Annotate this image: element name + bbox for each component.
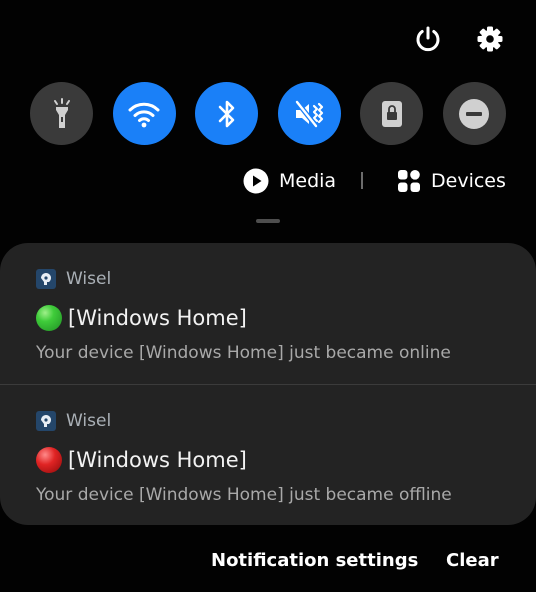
media-button[interactable]: Media bbox=[243, 167, 336, 195]
notification-title-text: [Windows Home] bbox=[68, 306, 247, 330]
flashlight-icon bbox=[53, 97, 70, 128]
do-not-disturb-toggle[interactable] bbox=[442, 82, 506, 145]
sound-mode-toggle[interactable] bbox=[277, 82, 341, 145]
wisel-app-icon bbox=[36, 411, 56, 431]
devices-button[interactable]: Devices bbox=[397, 167, 506, 195]
app-name: Wisel bbox=[66, 269, 112, 289]
wisel-app-icon bbox=[36, 269, 56, 289]
bluetooth-icon bbox=[218, 100, 234, 127]
notification-item[interactable]: Wisel [Windows Home] Your device [Window… bbox=[0, 384, 536, 525]
media-label: Media bbox=[279, 170, 337, 192]
devices-label: Devices bbox=[431, 170, 506, 192]
panel-handle[interactable] bbox=[256, 219, 280, 223]
power-icon[interactable] bbox=[412, 23, 444, 55]
app-name: Wisel bbox=[66, 411, 112, 431]
play-icon bbox=[243, 168, 269, 194]
wifi-icon bbox=[128, 102, 160, 127]
notification-card: Wisel [Windows Home] Your device [Window… bbox=[0, 243, 536, 525]
gear-icon[interactable] bbox=[474, 23, 506, 55]
bluetooth-toggle[interactable] bbox=[195, 82, 259, 145]
notification-body: Your device [Windows Home] just became o… bbox=[36, 485, 452, 505]
devices-grid-icon bbox=[398, 170, 420, 192]
clear-button[interactable]: Clear bbox=[446, 550, 499, 571]
flashlight-toggle[interactable] bbox=[30, 82, 93, 145]
media-devices-row: Media Devices bbox=[0, 164, 536, 198]
notification-footer: Notification settings Clear bbox=[0, 550, 536, 580]
notification-title: [Windows Home] bbox=[36, 305, 247, 331]
notification-shade: Media Devices Wisel [Windows Home] Your … bbox=[0, 0, 536, 592]
notification-title: [Windows Home] bbox=[36, 447, 247, 473]
screen-lock-toggle[interactable] bbox=[360, 82, 424, 145]
notification-header: Wisel bbox=[36, 269, 111, 289]
notification-title-text: [Windows Home] bbox=[68, 448, 247, 472]
green-circle-icon bbox=[36, 305, 62, 331]
notification-header: Wisel bbox=[36, 411, 111, 431]
quick-settings-row bbox=[30, 82, 506, 146]
notification-body: Your device [Windows Home] just became o… bbox=[36, 343, 451, 363]
wifi-toggle[interactable] bbox=[112, 82, 176, 145]
notification-settings-button[interactable]: Notification settings bbox=[211, 550, 418, 571]
vibrate-icon bbox=[295, 99, 324, 128]
top-icons bbox=[412, 22, 506, 56]
do-not-disturb-icon bbox=[459, 98, 490, 129]
red-circle-icon bbox=[36, 447, 62, 473]
notification-item[interactable]: Wisel [Windows Home] Your device [Window… bbox=[0, 243, 536, 384]
lock-icon bbox=[381, 100, 402, 127]
divider bbox=[361, 172, 363, 189]
